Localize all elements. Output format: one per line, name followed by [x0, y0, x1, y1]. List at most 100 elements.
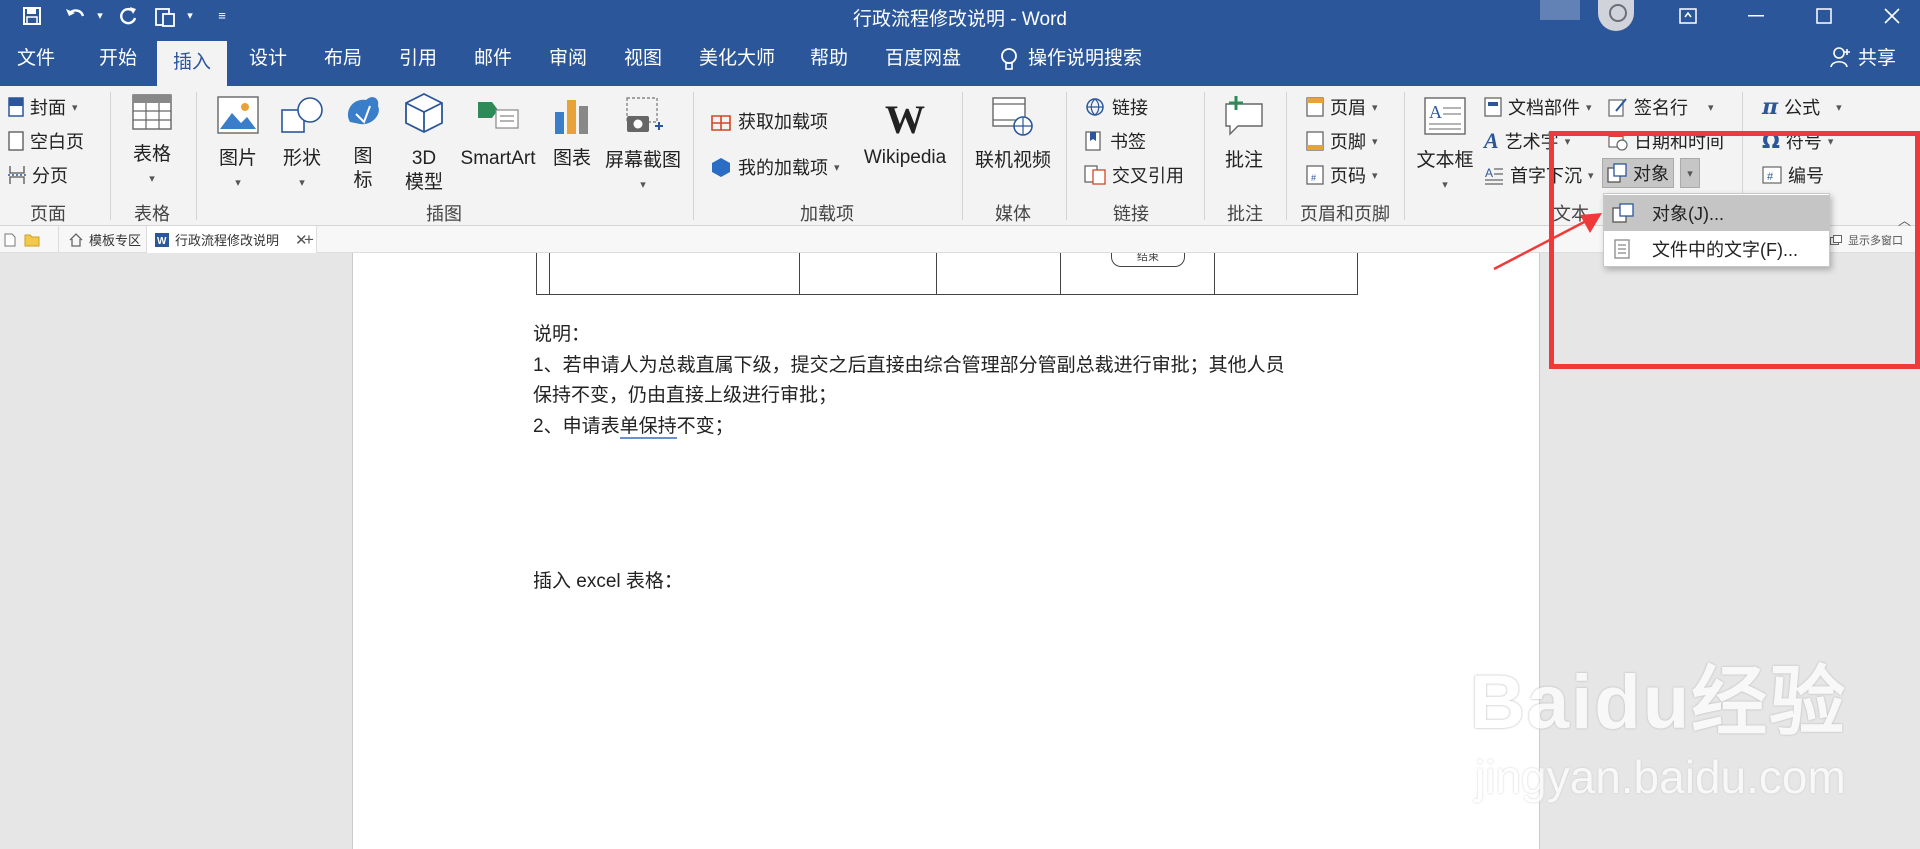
table-button[interactable]: 表格 ▾ [122, 94, 182, 191]
folder-icon[interactable] [24, 226, 40, 253]
menu-item-text-from-file[interactable]: 文件中的文字(F)... [1604, 231, 1829, 267]
icons-button[interactable]: 图 标 [340, 92, 386, 193]
numbering-button[interactable]: # 编号 [1762, 162, 1824, 188]
shapes-label: 形状 [282, 148, 321, 169]
share-button[interactable]: 共享 [1830, 43, 1896, 70]
ribbon-separator [196, 92, 197, 220]
home-icon [69, 232, 83, 247]
new-document-icon[interactable] [4, 226, 16, 253]
note-line-2-pre: 2、申请表 [533, 416, 620, 437]
doc-tab-current[interactable]: W 行政流程修改说明 ✕ [146, 226, 317, 253]
page-break-icon [8, 166, 26, 184]
note-title: 说明： [533, 324, 591, 345]
text-file-icon [1614, 239, 1630, 259]
my-addins-button[interactable]: 我的加载项 ▾ [710, 154, 840, 180]
header-button[interactable]: 页眉 ▾ [1306, 94, 1378, 120]
tab-layout[interactable]: 布局 [324, 43, 362, 75]
table-icon [132, 94, 172, 130]
object-button[interactable]: 对象 [1602, 158, 1674, 188]
numbering-label: 编号 [1788, 166, 1824, 186]
doc-tab-templates[interactable]: 模板专区 [58, 226, 151, 253]
picture-icon [217, 96, 259, 134]
online-video-label: 联机视频 [974, 150, 1051, 171]
close-icon[interactable] [1868, 0, 1916, 31]
object-icon [1607, 163, 1627, 183]
wikipedia-icon: W [885, 97, 925, 142]
text-box-button[interactable]: A 文本框 ▾ [1414, 96, 1476, 197]
smartart-button[interactable]: SmartArt [456, 96, 540, 171]
cross-reference-button[interactable]: 交叉引用 [1084, 162, 1184, 188]
tab-view[interactable]: 视图 [624, 43, 662, 75]
group-label-tables: 表格 [134, 204, 170, 224]
tab-beautify[interactable]: 美化大师 [699, 43, 775, 75]
omega-icon: Ω [1762, 129, 1780, 153]
menu-item-object[interactable]: 对象(J)... [1604, 195, 1829, 231]
tab-references[interactable]: 引用 [399, 43, 437, 75]
document-page[interactable]: 结束 说明： 1、若申请人为总裁直属下级，提交之后直接由综合管理部分管副总裁进行… [352, 253, 1540, 849]
chart-button[interactable]: 图表 [548, 96, 596, 171]
svg-text:#: # [1311, 173, 1316, 183]
ribbon-display-options-icon[interactable] [1664, 0, 1712, 31]
wikipedia-button[interactable]: W Wikipedia [858, 100, 952, 170]
drop-cap-icon: A [1485, 166, 1503, 185]
signature-line-button[interactable]: 签名行 ▾ [1608, 94, 1714, 120]
cover-page-button[interactable]: 封面 ▾ [8, 94, 78, 120]
shapes-icon [281, 97, 323, 133]
tab-design[interactable]: 设计 [249, 43, 287, 75]
tab-home[interactable]: 开始 [99, 43, 137, 75]
page-number-button[interactable]: # 页码 ▾ [1306, 162, 1378, 188]
blank-page-button[interactable]: 空白页 [8, 128, 84, 154]
picture-label: 图片 [218, 148, 257, 169]
screenshot-button[interactable]: 屏幕截图 ▾ [602, 96, 684, 197]
page-break-button[interactable]: 分页 [8, 162, 68, 188]
date-time-button[interactable]: 日期和时间 [1608, 128, 1724, 154]
symbol-button[interactable]: Ω 符号 ▾ [1762, 128, 1833, 154]
text-box-icon: A [1424, 97, 1466, 135]
bookmark-button[interactable]: 书签 [1084, 128, 1146, 154]
quick-parts-button[interactable]: 文档部件 ▾ [1484, 94, 1592, 120]
svg-text:A: A [1485, 166, 1493, 180]
tab-baidu-netdisk[interactable]: 百度网盘 [885, 43, 961, 75]
ribbon-separator [110, 92, 111, 220]
note-line-1a: 1、若申请人为总裁直属下级，提交之后直接由综合管理部分管副总裁进行审批；其他人员 [533, 355, 1285, 376]
header-label: 页眉 [1330, 98, 1366, 118]
page-number-label: 页码 [1330, 166, 1366, 186]
tab-help[interactable]: 帮助 [810, 43, 848, 75]
equation-label: 公式 [1784, 98, 1821, 118]
3d-models-label-1: 3D [411, 148, 437, 169]
tab-insert[interactable]: 插入 [157, 41, 228, 86]
minimize-icon[interactable] [1732, 0, 1780, 31]
title-bar-decoration [1540, 0, 1580, 20]
3d-models-label-2: 模型 [404, 172, 443, 193]
screenshot-icon [626, 97, 663, 132]
online-video-button[interactable]: 联机视频 [972, 96, 1054, 173]
doc-tab-current-label: 行政流程修改说明 [175, 233, 280, 248]
add-tab-icon[interactable]: + [304, 226, 314, 253]
ribbon-separator [1404, 92, 1405, 220]
red-arrow-icon [1493, 213, 1602, 271]
drop-cap-button[interactable]: A 首字下沉 ▾ [1484, 162, 1594, 188]
wordart-button[interactable]: A 艺术字 ▾ [1484, 128, 1570, 154]
word-doc-icon: W [155, 232, 169, 247]
tab-file[interactable]: 文件 [17, 43, 55, 75]
get-addins-button[interactable]: 获取加载项 [710, 108, 828, 134]
share-label: 共享 [1857, 48, 1896, 69]
show-multi-window-button[interactable]: 显示多窗口 [1830, 226, 1903, 253]
object-dropdown-button[interactable]: ▾ [1680, 158, 1700, 188]
tell-me-search[interactable]: 操作说明搜索 [1000, 43, 1142, 75]
new-comment-button[interactable]: 批注 [1216, 94, 1272, 173]
maximize-icon[interactable] [1800, 0, 1848, 31]
equation-button[interactable]: π 公式 ▾ [1762, 94, 1842, 120]
signature-line-label: 签名行 [1634, 98, 1688, 118]
shapes-button[interactable]: 形状 ▾ [274, 96, 330, 195]
link-button[interactable]: 链接 [1084, 94, 1148, 120]
quick-parts-label: 文档部件 [1508, 98, 1580, 118]
page-break-label: 分页 [32, 166, 68, 186]
tab-mailings[interactable]: 邮件 [474, 43, 512, 75]
tab-review[interactable]: 审阅 [549, 43, 587, 75]
3d-models-button[interactable]: 3D 模型 [398, 92, 450, 195]
picture-button[interactable]: 图片 ▾ [210, 96, 266, 195]
group-label-pages: 页面 [30, 204, 66, 224]
table-column-line [1214, 253, 1215, 295]
footer-button[interactable]: 页脚 ▾ [1306, 128, 1378, 154]
